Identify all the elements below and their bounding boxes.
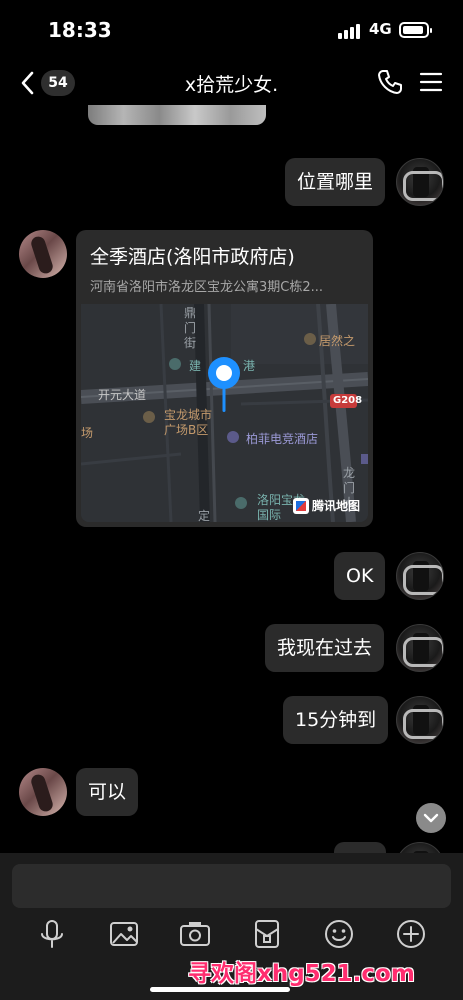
home-indicator[interactable]	[150, 987, 290, 992]
signal-icon	[338, 24, 360, 39]
watermark-text: 寻欢阁xhg521.com	[188, 961, 415, 987]
emoji-icon[interactable]	[322, 917, 356, 951]
map-label: 街	[184, 336, 197, 350]
input-bar: 寻欢阁xhg521.com	[0, 853, 463, 1000]
status-bar: 18:33 4G	[0, 0, 463, 60]
map-brand-label: 腾讯地图	[311, 499, 360, 513]
location-map[interactable]: 鼎 门 街 居然之 建 港 开元大道 G208 宝龙城市 广场B区 场 柏菲电竞…	[81, 304, 368, 522]
message-bubble-incoming[interactable]: 可以	[76, 768, 139, 816]
scroll-to-bottom-button[interactable]	[416, 803, 446, 833]
status-time: 18:33	[48, 18, 112, 42]
message-bubble-outgoing[interactable]: 15分钟到	[283, 696, 389, 744]
network-type: 4G	[369, 20, 392, 38]
map-label: 广场B区	[164, 423, 209, 437]
avatar[interactable]	[19, 768, 67, 816]
avatar[interactable]	[396, 696, 444, 744]
microphone-icon[interactable]	[35, 917, 69, 951]
message-bubble-outgoing[interactable]: OK	[334, 552, 386, 600]
menu-icon[interactable]	[418, 70, 444, 94]
plus-circle-icon[interactable]	[394, 917, 428, 951]
avatar[interactable]	[396, 842, 444, 853]
map-brand: 腾讯地图	[292, 497, 360, 514]
map-label: 场	[81, 426, 94, 440]
avatar[interactable]	[19, 230, 67, 278]
map-label: G208	[333, 395, 363, 406]
map-label: 开元大道	[98, 388, 147, 402]
image-icon[interactable]	[107, 917, 141, 951]
message-input[interactable]	[12, 864, 451, 908]
avatar[interactable]	[396, 552, 444, 600]
avatar[interactable]	[396, 624, 444, 672]
map-label: 建	[189, 359, 202, 373]
map-label: 国际	[257, 508, 282, 522]
phone-icon[interactable]	[376, 68, 404, 96]
chat-header: 54 x拾荒少女.	[0, 60, 463, 105]
red-packet-icon[interactable]	[250, 917, 284, 951]
map-label: 居然之	[319, 334, 356, 348]
battery-icon	[399, 22, 432, 38]
camera-icon[interactable]	[178, 917, 212, 951]
message-bubble-outgoing[interactable]: 我现在过去	[265, 624, 385, 672]
map-label: 柏菲电竞酒店	[246, 432, 319, 446]
location-name: 全季酒店(洛阳市政府店)	[90, 246, 295, 268]
tencent-map-logo-icon	[292, 497, 309, 514]
location-card[interactable]: 全季酒店(洛阳市政府店) 河南省洛阳市洛龙区宝龙公寓3期C栋2... 鼎 门 街…	[76, 230, 373, 527]
avatar[interactable]	[396, 158, 444, 206]
map-label: 定	[198, 509, 211, 522]
chat-message-list[interactable]: 位置哪里 全季酒店(洛阳市政府店) 河南省洛阳市洛龙区宝龙公寓3期C栋2...	[0, 105, 463, 853]
map-label: 港	[243, 359, 256, 373]
chevron-down-icon	[423, 813, 439, 823]
location-address: 河南省洛阳市洛龙区宝龙公寓3期C栋2...	[90, 280, 324, 295]
message-bubble-outgoing[interactable]: 位置哪里	[285, 158, 386, 206]
message-bubble-outgoing[interactable]	[334, 842, 386, 853]
image-message[interactable]	[88, 105, 266, 125]
